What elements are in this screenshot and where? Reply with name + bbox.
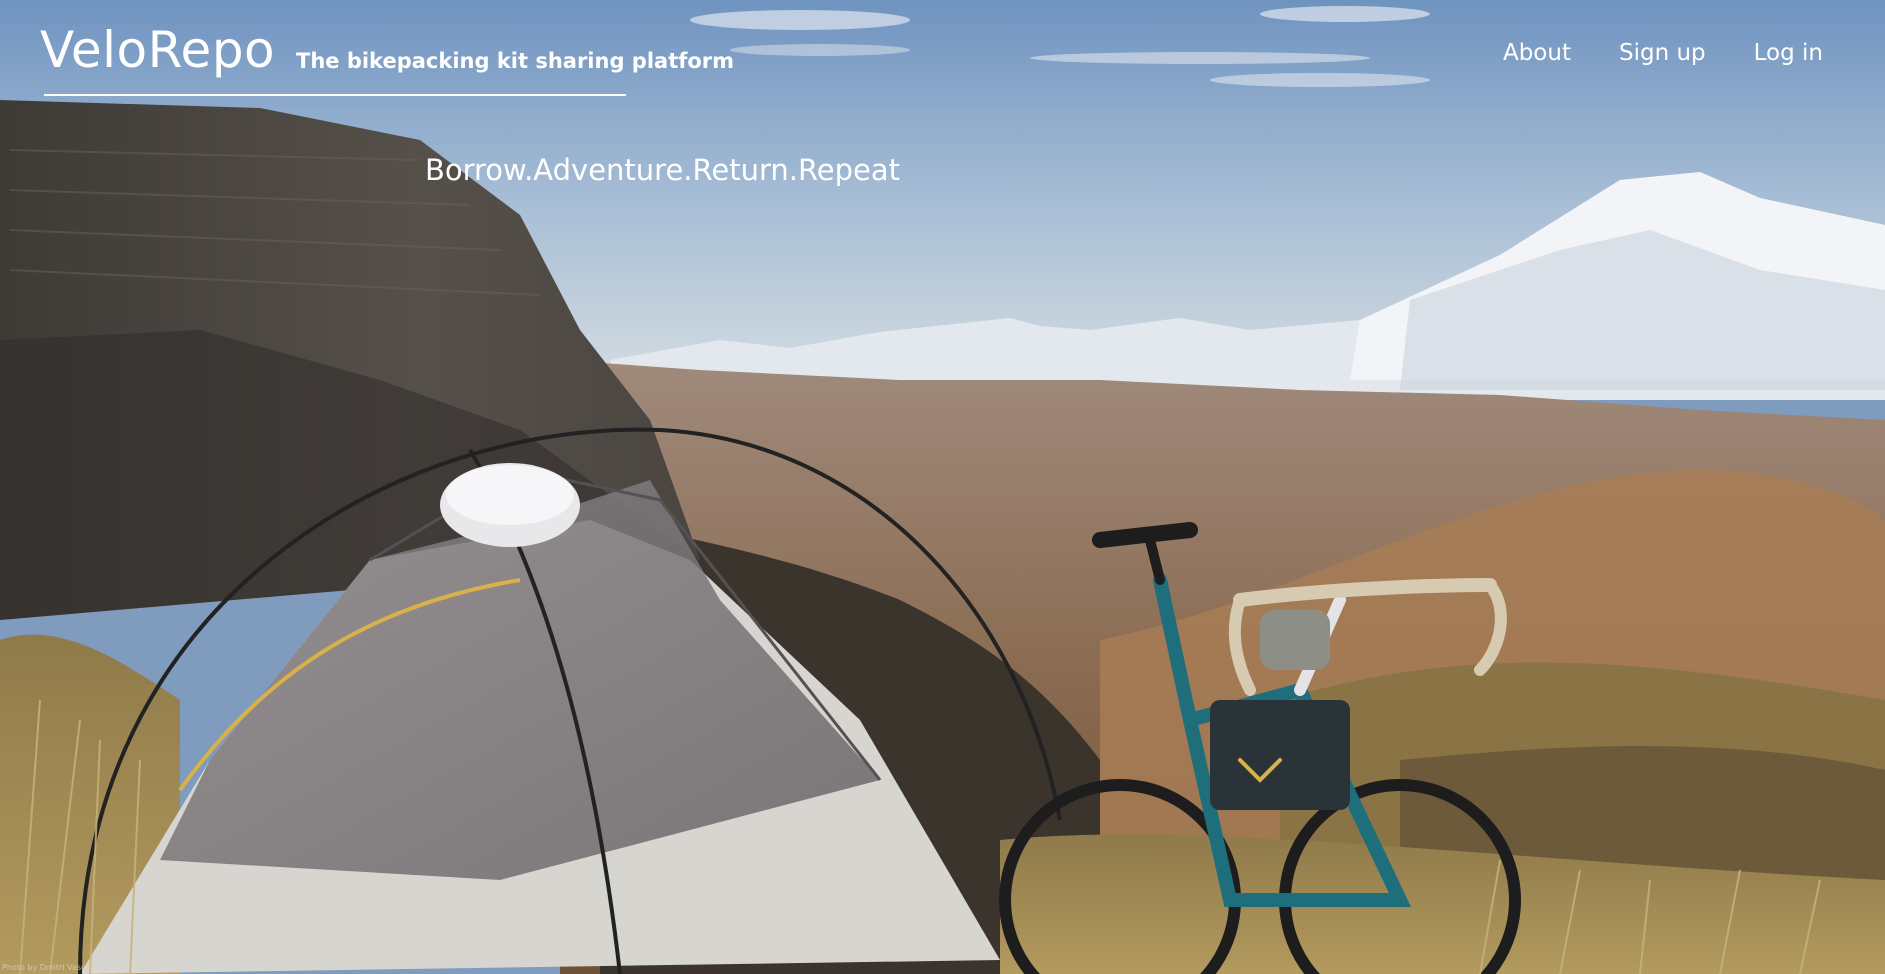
- brand-divider: [44, 94, 626, 96]
- hero-background: VeloRepo The bikepacking kit sharing pla…: [0, 0, 1885, 974]
- top-navigation: About Sign up Log in: [1503, 36, 1823, 70]
- nav-about-link[interactable]: About: [1503, 36, 1571, 70]
- nav-sign-up-link[interactable]: Sign up: [1619, 36, 1706, 70]
- hero-slogan-wrapper: Borrow.Adventure.Return.Repeat: [0, 150, 1885, 190]
- site-tagline: The bikepacking kit sharing platform: [296, 49, 735, 73]
- hero-photo-illustration: [0, 0, 1885, 974]
- site-logo[interactable]: VeloRepo: [40, 20, 275, 80]
- photo-credit: Photo by Dmitri Vaschenko on Unsplash: [2, 963, 162, 972]
- brand: VeloRepo The bikepacking kit sharing pla…: [40, 20, 734, 96]
- hero-slogan: Borrow.Adventure.Return.Repeat: [424, 153, 901, 187]
- nav-log-in-link[interactable]: Log in: [1754, 36, 1823, 70]
